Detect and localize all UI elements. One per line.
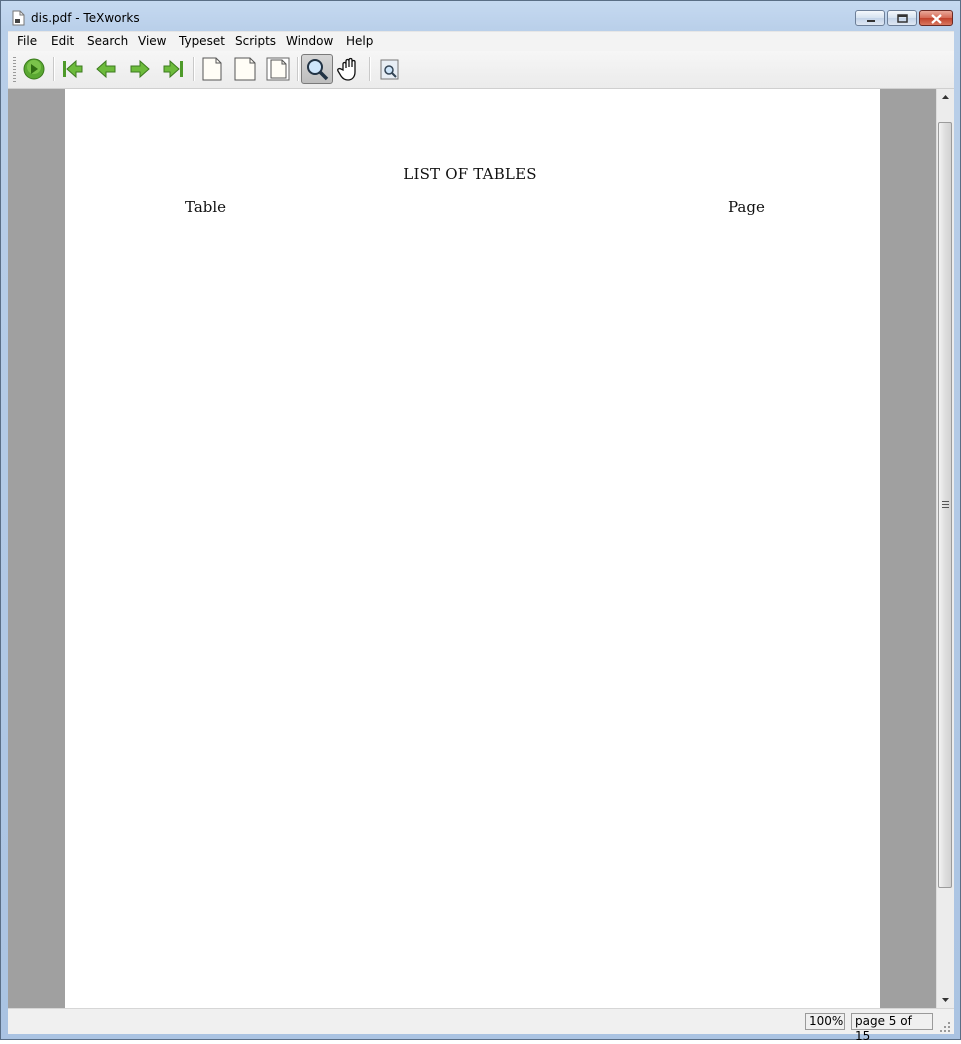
scrollbar-thumb[interactable] xyxy=(938,122,952,888)
maximize-button[interactable] xyxy=(887,10,917,26)
menu-bar: File Edit Search View Typeset Scripts Wi… xyxy=(8,31,954,52)
toolbar-grip[interactable] xyxy=(13,57,16,83)
find-source-button[interactable] xyxy=(376,55,404,83)
zoom-level[interactable]: 100% xyxy=(805,1013,845,1030)
toolbar-separator xyxy=(53,57,55,81)
table-column-label: Table xyxy=(185,198,227,216)
toolbar xyxy=(8,51,954,89)
menu-file[interactable]: File xyxy=(17,34,37,48)
fit-width-button[interactable] xyxy=(231,55,259,83)
close-button[interactable] xyxy=(919,10,953,26)
next-page-button[interactable] xyxy=(126,55,154,83)
magnify-tool-button[interactable] xyxy=(301,54,333,84)
vertical-scrollbar[interactable] xyxy=(936,89,954,1008)
pdf-page: LIST OF TABLES Table Page xyxy=(65,89,880,1008)
menu-help[interactable]: Help xyxy=(346,34,373,48)
window-title: dis.pdf - TeXworks xyxy=(31,11,140,25)
application-window: dis.pdf - TeXworks File Edit Search View… xyxy=(0,0,961,1043)
menu-view[interactable]: View xyxy=(138,34,166,48)
previous-page-button[interactable] xyxy=(92,55,120,83)
first-page-button[interactable] xyxy=(58,55,86,83)
scroll-tool-button[interactable] xyxy=(336,55,364,83)
grip-icon xyxy=(942,501,949,508)
typeset-button[interactable] xyxy=(20,55,48,83)
menu-window[interactable]: Window xyxy=(286,34,333,48)
status-bar: 100% page 5 of 15 xyxy=(8,1008,954,1043)
title-bar: dis.pdf - TeXworks xyxy=(1,1,960,31)
scroll-up-button[interactable] xyxy=(937,89,954,106)
page-column-label: Page xyxy=(728,198,765,216)
menu-search[interactable]: Search xyxy=(87,34,128,48)
page-heading: LIST OF TABLES xyxy=(403,165,537,183)
minimize-button[interactable] xyxy=(855,10,885,26)
fit-window-button[interactable] xyxy=(264,55,292,83)
page-indicator[interactable]: page 5 of 15 xyxy=(851,1013,933,1043)
menu-edit[interactable]: Edit xyxy=(51,34,74,48)
actual-size-button[interactable] xyxy=(198,55,226,83)
toolbar-separator xyxy=(369,57,371,81)
menu-typeset[interactable]: Typeset xyxy=(179,34,225,48)
resize-grip-icon[interactable] xyxy=(940,1021,950,1032)
toolbar-separator xyxy=(193,57,195,81)
last-page-button[interactable] xyxy=(160,55,188,83)
pdf-document-icon xyxy=(12,10,25,26)
pdf-viewer[interactable]: LIST OF TABLES Table Page xyxy=(8,89,936,1008)
scroll-down-button[interactable] xyxy=(937,991,954,1008)
menu-scripts[interactable]: Scripts xyxy=(235,34,276,48)
toolbar-separator xyxy=(297,57,299,81)
